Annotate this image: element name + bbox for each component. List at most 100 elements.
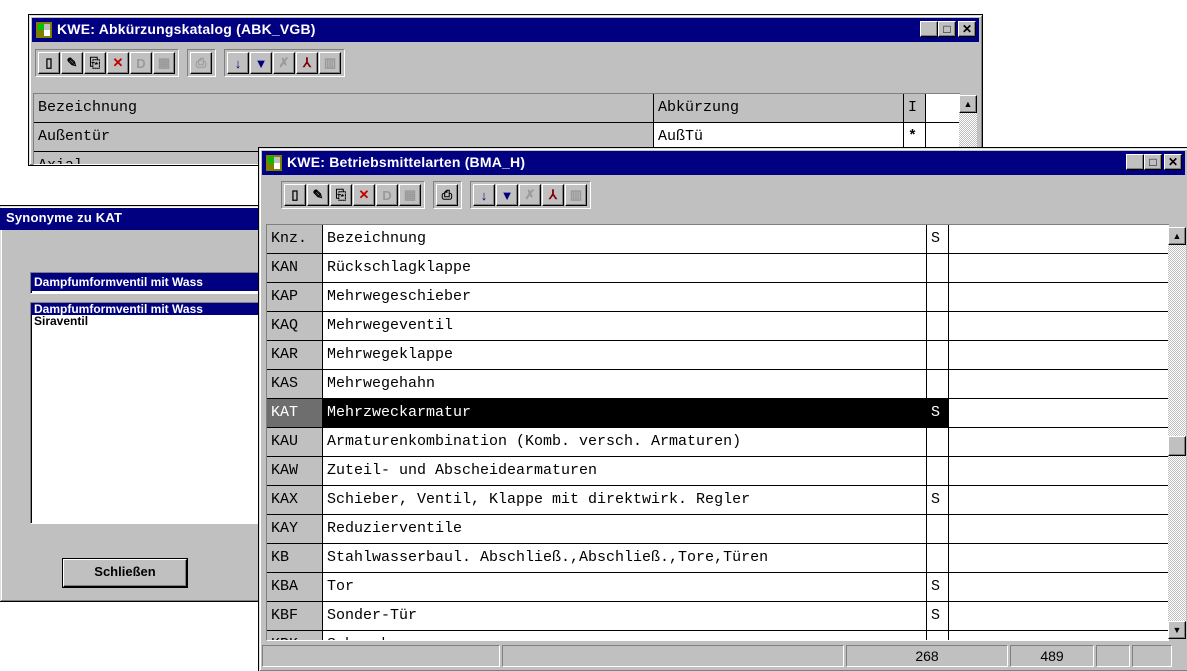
col-header-bezeichnung[interactable]: Bezeichnung [34,94,654,122]
bma-titlebar[interactable]: KWE: Betriebsmittelarten (BMA_H) _ □ ✕ [262,151,1185,175]
cell-knz: KBK [267,631,323,640]
synonym-list[interactable]: Dampfumformventil mit Wass Siraventil [30,302,264,524]
bma-scrollbar[interactable] [1168,245,1186,621]
maximize-button[interactable]: □ [1144,154,1162,170]
cell-knz: KAW [267,457,323,485]
synonym-select[interactable]: Dampfumformventil mit Wass [30,272,264,294]
table-row[interactable]: KBA Tor S [267,573,1169,602]
grid-icon[interactable]: ▦ [153,52,175,74]
cell-bezeichnung: Mehrwegeventil [323,312,927,340]
close-button[interactable]: ✕ [1164,154,1182,170]
scrollbar-thumb[interactable] [1168,436,1186,456]
cell-knz: KAT [267,399,323,427]
col-header-s[interactable]: S [927,225,949,253]
cell-s: S [927,602,949,630]
synonym-selected-value: Dampfumformventil mit Wass [31,273,263,291]
cell-bezeichnung: Rückschlagklappe [323,254,927,282]
filter-icon[interactable]: ▼ [496,184,518,206]
cell-bezeichnung: Mehrwegehahn [323,370,927,398]
table-row[interactable]: KAU Armaturenkombination (Komb. versch. A… [267,428,1169,457]
edit-record-icon[interactable]: ✎ [307,184,329,206]
col-header-abkuerzung[interactable]: Abkürzung [654,94,904,122]
sort-az-icon[interactable]: ↓ [227,52,249,74]
bma-grid: Knz. Bezeichnung S KAN Rückschlagklappe KA… [266,224,1169,641]
print-icon[interactable]: ⎙ [436,184,458,206]
cell-s [927,457,949,485]
table-row[interactable]: KAR Mehrwegeklappe [267,341,1169,370]
edit-record-icon[interactable]: ✎ [61,52,83,74]
filter-icon[interactable]: ▼ [250,52,272,74]
status-panel-2 [502,645,844,667]
status-panel-5 [1096,645,1130,667]
status-count: 268 [846,645,1008,667]
table-row[interactable]: KBF Sonder-Tür S [267,602,1169,631]
table-row[interactable]: KAW Zuteil- und Abscheidearmaturen [267,457,1169,486]
cell-knz: KBF [267,602,323,630]
d-icon[interactable]: D [130,52,152,74]
new-record-icon[interactable]: ▯ [38,52,60,74]
arrow-down-icon: ▼ [1172,625,1182,635]
cell-bezeichnung: Stahlwasserbaul. Abschließ.,Abschließ.,T… [323,544,927,572]
synonyms-titlebar[interactable]: Synonyme zu KAT [0,208,259,230]
close-button[interactable]: ✕ [958,21,976,37]
bma-header-row: Knz. Bezeichnung S [267,225,1169,254]
cell-s: S [927,399,949,427]
close-dialog-button[interactable]: Schließen [63,559,187,587]
minimize-button[interactable]: _ [1126,154,1144,172]
copy-record-icon[interactable]: ⎘ [84,52,106,74]
col-header-bezeichnung[interactable]: Bezeichnung [323,225,927,253]
table-row[interactable]: KBKSchranke [267,631,1169,640]
cell-bezeichnung: Schieber, Ventil, Klappe mit direktwirk.… [323,486,927,514]
print-icon[interactable]: ⎙ [190,52,212,74]
filter-off-icon[interactable]: ✗ [273,52,295,74]
copy-record-icon[interactable]: ⎘ [330,184,352,206]
minimize-icon: _ [1131,158,1139,172]
table-row[interactable]: KAQ Mehrwegeventil [267,312,1169,341]
scroll-up-button[interactable]: ▲ [959,95,977,113]
delete-record-icon[interactable]: ✕ [107,52,129,74]
abk-toolbar: ▯ ✎ ⎘ ✕ D ▦ ⎙ ↓ ▼ ✗ ⅄ ▥ [35,49,353,77]
maximize-button[interactable]: □ [938,21,956,37]
minimize-icon: _ [925,25,933,39]
new-record-icon[interactable]: ▯ [284,184,306,206]
hierarchy-icon[interactable]: ⅄ [542,184,564,206]
minimize-button[interactable]: _ [920,21,938,39]
table-row[interactable]: KAS Mehrwegehahn [267,370,1169,399]
table-row[interactable]: KAY Reduzierventile [267,515,1169,544]
table-row[interactable]: KAP Mehrwegeschieber [267,283,1169,312]
cell-bezeichnung: Sonder-Tür [323,602,927,630]
columns-icon[interactable]: ▥ [565,184,587,206]
grid-icon[interactable]: ▦ [399,184,421,206]
table-row[interactable]: KAN Rückschlagklappe [267,254,1169,283]
hierarchy-icon[interactable]: ⅄ [296,52,318,74]
cell-s: S [927,573,949,601]
cell-s [927,254,949,282]
cell-s: S [927,486,949,514]
cell-bezeichnung: Mehrzweckarmatur [323,399,927,427]
bma-title: KWE: Betriebsmittelarten (BMA_H) [287,154,526,170]
cell-bezeichnung: Mehrwegeschieber [323,283,927,311]
columns-icon[interactable]: ▥ [319,52,341,74]
col-header-knz[interactable]: Knz. [267,225,323,253]
maximize-icon: □ [1149,155,1157,169]
scroll-down-button[interactable]: ▼ [1168,621,1186,639]
cell-bezeichnung: Zuteil- und Abscheidearmaturen [323,457,927,485]
abk-window: KWE: Abkürzungskatalog (ABK_VGB) _ □ ✕ ▯… [28,14,983,166]
d-icon[interactable]: D [376,184,398,206]
arrow-up-icon: ▲ [1172,231,1182,241]
abk-titlebar[interactable]: KWE: Abkürzungskatalog (ABK_VGB) _ □ ✕ [32,18,979,42]
table-row[interactable]: KB Stahlwasserbaul. Abschließ.,Abschließ.… [267,544,1169,573]
table-row[interactable]: KAX Schieber, Ventil, Klappe mit direktwi… [267,486,1169,515]
sort-az-icon[interactable]: ↓ [473,184,495,206]
cell-knz: KAR [267,341,323,369]
cell-bezeichnung: Schranke [323,631,927,640]
cell-s [927,312,949,340]
filter-off-icon[interactable]: ✗ [519,184,541,206]
cell-s [927,283,949,311]
list-item[interactable]: Siraventil [31,315,263,327]
cell-s [927,341,949,369]
scroll-up-button[interactable]: ▲ [1168,227,1186,245]
table-row[interactable]: KAT Mehrzweckarmatur S [267,399,1169,428]
col-header-i[interactable]: I [904,94,926,122]
delete-record-icon[interactable]: ✕ [353,184,375,206]
